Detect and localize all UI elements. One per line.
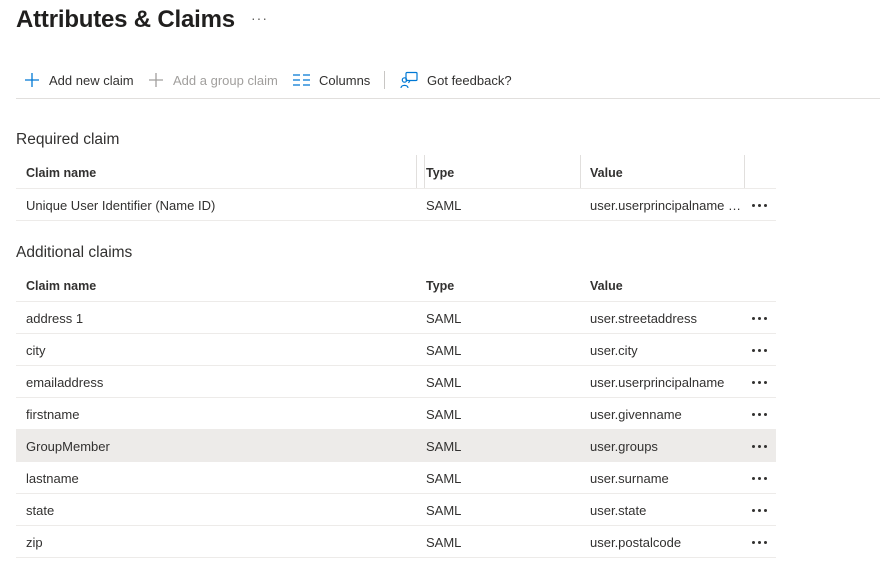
claim-name-cell: firstname bbox=[26, 407, 80, 422]
more-icon[interactable] bbox=[748, 308, 770, 328]
claim-value-cell: user.userprincipalname bbox=[590, 375, 725, 390]
column-header-type[interactable]: Type bbox=[426, 166, 454, 180]
table-row[interactable]: Unique User Identifier (Name ID) SAML us… bbox=[16, 189, 776, 221]
claim-value-cell: user.surname bbox=[590, 471, 669, 486]
add-group-claim-label: Add a group claim bbox=[173, 72, 278, 88]
claim-value-cell: user.givenname bbox=[590, 407, 682, 422]
plus-icon bbox=[25, 73, 39, 87]
feedback-label: Got feedback? bbox=[427, 72, 512, 88]
additional-claims-title: Additional claims bbox=[16, 244, 133, 261]
claim-type-cell: SAML bbox=[426, 375, 462, 390]
claim-name-cell: GroupMember bbox=[26, 439, 110, 454]
claim-value-cell: user.userprincipalname [... bbox=[590, 198, 742, 213]
more-icon[interactable] bbox=[748, 372, 770, 392]
add-new-claim-label: Add new claim bbox=[49, 72, 134, 88]
page-more-icon[interactable]: ··· bbox=[251, 10, 268, 26]
more-icon[interactable] bbox=[748, 195, 770, 215]
claim-type-cell: SAML bbox=[426, 439, 462, 454]
claim-type-cell: SAML bbox=[426, 198, 462, 213]
more-icon[interactable] bbox=[748, 500, 770, 520]
feedback-button[interactable]: Got feedback? bbox=[400, 68, 512, 92]
claim-name-cell: state bbox=[26, 503, 55, 518]
table-row[interactable]: zip SAML user.postalcode bbox=[16, 526, 776, 558]
required-claim-title: Required claim bbox=[16, 131, 120, 148]
claim-type-cell: SAML bbox=[426, 471, 462, 486]
add-new-claim-button[interactable]: Add new claim bbox=[24, 68, 134, 92]
claim-value-cell: user.streetaddress bbox=[590, 311, 697, 326]
grid-header: Claim name Type Value bbox=[16, 155, 776, 189]
required-claim-grid: Claim name Type Value Unique User Identi… bbox=[16, 155, 776, 221]
claim-name-cell: city bbox=[26, 343, 46, 358]
claim-type-cell: SAML bbox=[426, 343, 462, 358]
columns-label: Columns bbox=[319, 72, 371, 88]
table-row[interactable]: address 1 SAML user.streetaddress bbox=[16, 302, 776, 334]
claim-value-cell: user.state bbox=[590, 503, 647, 518]
claim-name-cell: zip bbox=[26, 535, 43, 550]
columns-icon bbox=[293, 74, 310, 86]
column-resize-handle[interactable] bbox=[744, 155, 745, 188]
feedback-icon bbox=[400, 71, 418, 89]
column-resize-handle[interactable] bbox=[580, 155, 581, 188]
claim-value-cell: user.postalcode bbox=[590, 535, 682, 550]
column-resize-handle[interactable] bbox=[424, 155, 425, 188]
claim-type-cell: SAML bbox=[426, 535, 462, 550]
table-row[interactable]: emailaddress SAML user.userprincipalname bbox=[16, 366, 776, 398]
table-row-selected[interactable]: GroupMember SAML user.groups bbox=[16, 430, 776, 462]
claim-name-cell: lastname bbox=[26, 471, 79, 486]
add-group-claim-button[interactable]: Add a group claim bbox=[148, 68, 278, 92]
more-icon[interactable] bbox=[748, 532, 770, 552]
table-row[interactable]: firstname SAML user.givenname bbox=[16, 398, 776, 430]
columns-button[interactable]: Columns bbox=[293, 68, 370, 92]
claim-type-cell: SAML bbox=[426, 311, 462, 326]
claim-name-cell: Unique User Identifier (Name ID) bbox=[26, 198, 216, 213]
column-header-value[interactable]: Value bbox=[590, 279, 623, 293]
table-row[interactable]: city SAML user.city bbox=[16, 334, 776, 366]
column-header-type[interactable]: Type bbox=[426, 279, 454, 293]
claim-name-cell: emailaddress bbox=[26, 375, 104, 390]
more-icon[interactable] bbox=[748, 468, 770, 488]
command-bar: Add new claim Add a group claim Columns … bbox=[16, 60, 880, 99]
table-row[interactable]: state SAML user.state bbox=[16, 494, 776, 526]
column-header-claim-name[interactable]: Claim name bbox=[26, 279, 96, 293]
more-icon[interactable] bbox=[748, 436, 770, 456]
column-header-claim-name[interactable]: Claim name bbox=[26, 166, 96, 180]
grid-header: Claim name Type Value bbox=[16, 268, 776, 302]
claim-value-cell: user.groups bbox=[590, 439, 658, 454]
column-resize-handle[interactable] bbox=[416, 155, 417, 188]
additional-claims-grid: Claim name Type Value address 1 SAML use… bbox=[16, 268, 776, 558]
column-header-value[interactable]: Value bbox=[590, 166, 623, 180]
toolbar-divider bbox=[384, 71, 385, 89]
plus-icon bbox=[149, 73, 163, 87]
claim-type-cell: SAML bbox=[426, 503, 462, 518]
claim-value-cell: user.city bbox=[590, 343, 638, 358]
more-icon[interactable] bbox=[748, 404, 770, 424]
table-row[interactable]: lastname SAML user.surname bbox=[16, 462, 776, 494]
claim-name-cell: address 1 bbox=[26, 311, 84, 326]
more-icon[interactable] bbox=[748, 340, 770, 360]
claim-type-cell: SAML bbox=[426, 407, 462, 422]
page-title: Attributes & Claims bbox=[16, 6, 235, 33]
